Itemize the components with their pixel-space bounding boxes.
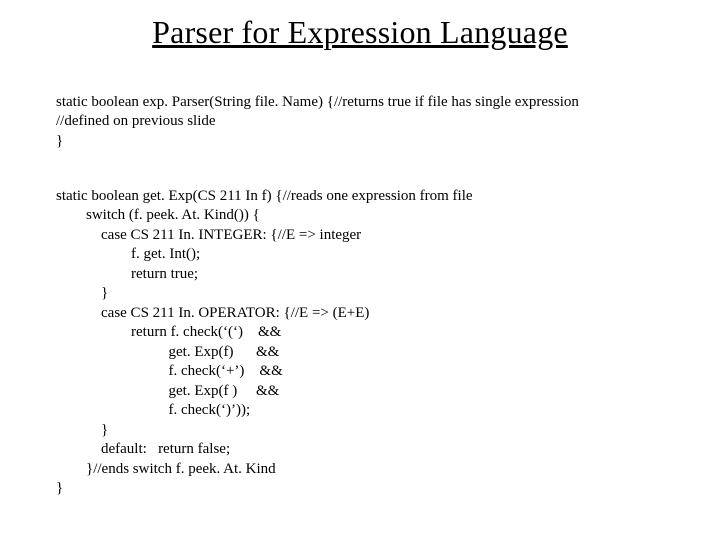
- code-line: default: return false;: [56, 441, 230, 457]
- code-line: switch (f. peek. At. Kind()) {: [56, 207, 260, 223]
- code-line: }: [56, 422, 108, 438]
- code-block-1: static boolean exp. Parser(String file. …: [56, 73, 664, 151]
- slide: Parser for Expression Language static bo…: [0, 0, 720, 499]
- code-line: }: [56, 133, 63, 149]
- slide-title: Parser for Expression Language: [56, 14, 664, 51]
- code-line: return true;: [56, 266, 198, 282]
- code-line: return f. check(‘(‘) &&: [56, 324, 281, 340]
- code-line: }: [56, 480, 63, 496]
- code-line: f. check(‘)’));: [56, 402, 250, 418]
- code-line: }: [56, 285, 108, 301]
- code-line: }//ends switch f. peek. At. Kind: [56, 461, 276, 477]
- code-line: get. Exp(f) &&: [56, 344, 279, 360]
- code-line: case CS 211 In. INTEGER: {//E => integer: [56, 227, 361, 243]
- code-line: case CS 211 In. OPERATOR: {//E => (E+E): [56, 305, 369, 321]
- code-line: f. get. Int();: [56, 246, 200, 262]
- code-line: static boolean get. Exp(CS 211 In f) {//…: [56, 188, 473, 204]
- code-line: static boolean exp. Parser(String file. …: [56, 94, 579, 110]
- code-line: //defined on previous slide: [56, 113, 216, 129]
- code-line: f. check(‘+’) &&: [56, 363, 283, 379]
- code-line: get. Exp(f ) &&: [56, 383, 279, 399]
- code-block-2: static boolean get. Exp(CS 211 In f) {//…: [56, 167, 664, 499]
